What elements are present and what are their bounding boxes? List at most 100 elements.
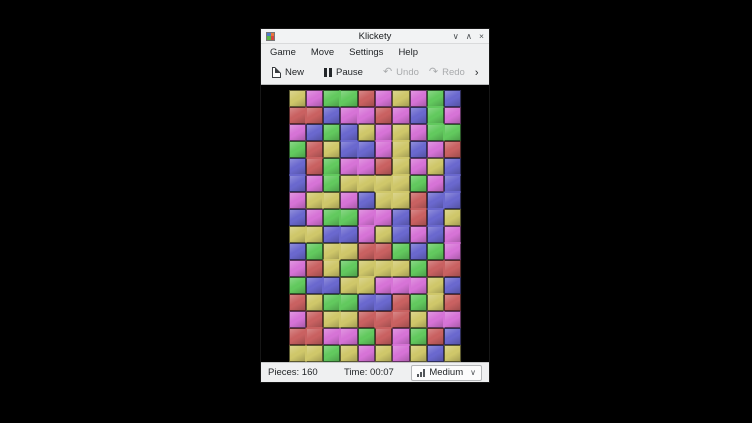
board-cell[interactable] — [323, 311, 340, 328]
board-cell[interactable] — [340, 294, 357, 311]
board-cell[interactable] — [410, 124, 427, 141]
board-cell[interactable] — [323, 328, 340, 345]
board-cell[interactable] — [306, 175, 323, 192]
board-cell[interactable] — [427, 124, 444, 141]
board-cell[interactable] — [289, 243, 306, 260]
board-cell[interactable] — [306, 328, 323, 345]
board-cell[interactable] — [375, 90, 392, 107]
board-cell[interactable] — [358, 175, 375, 192]
board-cell[interactable] — [323, 158, 340, 175]
undo-button[interactable]: ↶ Undo — [378, 64, 424, 81]
board-cell[interactable] — [358, 345, 375, 362]
board-cell[interactable] — [410, 158, 427, 175]
board-cell[interactable] — [410, 107, 427, 124]
board-cell[interactable] — [392, 345, 409, 362]
board-cell[interactable] — [358, 328, 375, 345]
board-cell[interactable] — [306, 226, 323, 243]
board-cell[interactable] — [392, 209, 409, 226]
board-cell[interactable] — [340, 243, 357, 260]
board-cell[interactable] — [289, 277, 306, 294]
board-cell[interactable] — [358, 209, 375, 226]
board-cell[interactable] — [427, 192, 444, 209]
board-cell[interactable] — [392, 294, 409, 311]
board-cell[interactable] — [289, 328, 306, 345]
board-cell[interactable] — [410, 311, 427, 328]
board-cell[interactable] — [306, 345, 323, 362]
board-cell[interactable] — [392, 328, 409, 345]
board-cell[interactable] — [306, 141, 323, 158]
new-button[interactable]: New — [267, 64, 309, 81]
board-cell[interactable] — [427, 328, 444, 345]
maximize-button[interactable]: ∧ — [466, 29, 472, 44]
board-cell[interactable] — [392, 277, 409, 294]
board-cell[interactable] — [306, 311, 323, 328]
toolbar-overflow-button[interactable]: › — [470, 65, 484, 81]
board-cell[interactable] — [392, 311, 409, 328]
board-cell[interactable] — [358, 124, 375, 141]
board-cell[interactable] — [340, 124, 357, 141]
board-cell[interactable] — [444, 158, 461, 175]
board-cell[interactable] — [358, 158, 375, 175]
close-button[interactable]: × — [479, 29, 484, 44]
board-cell[interactable] — [392, 260, 409, 277]
board-cell[interactable] — [375, 124, 392, 141]
board-cell[interactable] — [289, 260, 306, 277]
board-cell[interactable] — [410, 175, 427, 192]
board-cell[interactable] — [340, 328, 357, 345]
board-cell[interactable] — [410, 328, 427, 345]
board-cell[interactable] — [289, 90, 306, 107]
board-cell[interactable] — [427, 158, 444, 175]
board-cell[interactable] — [340, 192, 357, 209]
board-cell[interactable] — [444, 328, 461, 345]
board-cell[interactable] — [358, 107, 375, 124]
board-cell[interactable] — [444, 260, 461, 277]
board-cell[interactable] — [340, 158, 357, 175]
board-cell[interactable] — [375, 277, 392, 294]
board-cell[interactable] — [340, 277, 357, 294]
board-cell[interactable] — [444, 226, 461, 243]
board-cell[interactable] — [444, 311, 461, 328]
board-cell[interactable] — [358, 90, 375, 107]
board-cell[interactable] — [306, 294, 323, 311]
board-cell[interactable] — [358, 294, 375, 311]
board-cell[interactable] — [444, 243, 461, 260]
board-cell[interactable] — [358, 141, 375, 158]
board-cell[interactable] — [427, 107, 444, 124]
board-cell[interactable] — [323, 260, 340, 277]
board-cell[interactable] — [444, 124, 461, 141]
board-cell[interactable] — [410, 260, 427, 277]
board-cell[interactable] — [427, 209, 444, 226]
titlebar[interactable]: Klickety ∨ ∧ × — [261, 29, 489, 44]
board-cell[interactable] — [323, 226, 340, 243]
board-cell[interactable] — [340, 175, 357, 192]
board-cell[interactable] — [375, 175, 392, 192]
board-cell[interactable] — [289, 209, 306, 226]
board-cell[interactable] — [323, 124, 340, 141]
board-cell[interactable] — [340, 209, 357, 226]
board-cell[interactable] — [358, 243, 375, 260]
board-cell[interactable] — [340, 345, 357, 362]
board-cell[interactable] — [375, 328, 392, 345]
board-cell[interactable] — [323, 277, 340, 294]
board-cell[interactable] — [410, 277, 427, 294]
board-cell[interactable] — [358, 311, 375, 328]
board-cell[interactable] — [444, 141, 461, 158]
board-cell[interactable] — [444, 90, 461, 107]
board-cell[interactable] — [289, 311, 306, 328]
board-cell[interactable] — [323, 209, 340, 226]
board-cell[interactable] — [444, 294, 461, 311]
board-cell[interactable] — [392, 158, 409, 175]
board-cell[interactable] — [323, 294, 340, 311]
board-cell[interactable] — [375, 345, 392, 362]
board-cell[interactable] — [358, 226, 375, 243]
board-cell[interactable] — [340, 260, 357, 277]
redo-button[interactable]: ↷ Redo — [424, 64, 470, 81]
board-cell[interactable] — [444, 209, 461, 226]
board-cell[interactable] — [410, 243, 427, 260]
board-cell[interactable] — [444, 175, 461, 192]
board-cell[interactable] — [306, 124, 323, 141]
board-cell[interactable] — [289, 158, 306, 175]
board-cell[interactable] — [375, 243, 392, 260]
board-cell[interactable] — [392, 226, 409, 243]
board-cell[interactable] — [323, 345, 340, 362]
